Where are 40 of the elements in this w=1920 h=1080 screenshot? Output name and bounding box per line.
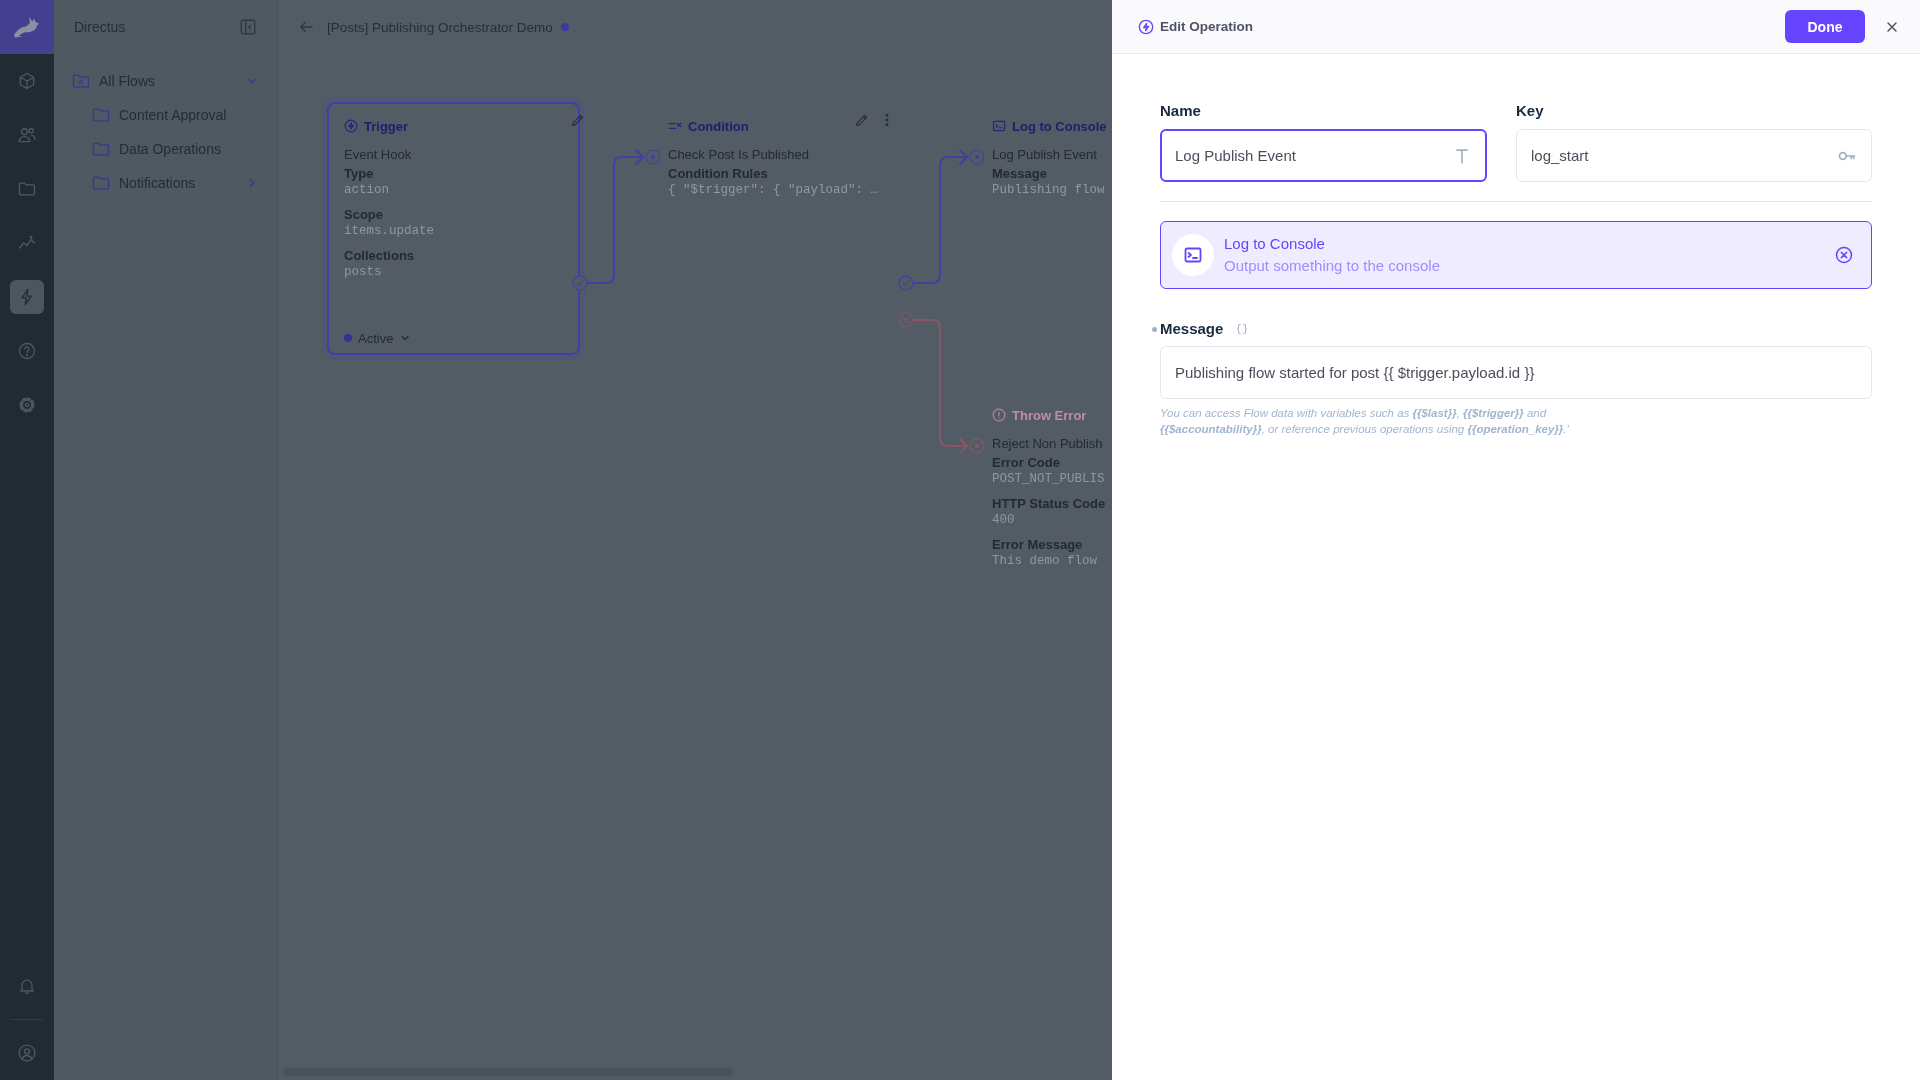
input-handle-icon[interactable]	[969, 438, 985, 454]
field-label: Message	[1160, 320, 1224, 338]
field-label: Name	[1160, 102, 1201, 120]
terminal-icon	[992, 119, 1006, 133]
operation-card[interactable]: Log to Console Output something to the console	[1160, 221, 1872, 289]
field-value: This demo flow	[992, 553, 1098, 569]
drawer-title: Edit Operation	[1160, 19, 1253, 34]
sidebar-collapse-icon[interactable]	[239, 18, 257, 36]
key-input[interactable]: log_start	[1516, 129, 1872, 182]
input-handle-icon[interactable]	[645, 149, 661, 165]
pencil-icon[interactable]	[854, 112, 870, 128]
field-value: posts	[344, 264, 382, 280]
bolt-icon[interactable]	[10, 280, 44, 314]
name-input[interactable]: Log Publish Event	[1160, 129, 1487, 182]
node-title: Log to Console	[1012, 118, 1107, 134]
braces-icon[interactable]	[1235, 322, 1250, 336]
check-circle-icon[interactable]	[898, 275, 914, 291]
bolt-circle-icon	[1138, 18, 1154, 35]
done-button[interactable]: Done	[1785, 10, 1865, 43]
node-title: Throw Error	[1012, 407, 1087, 423]
status-dot-icon	[560, 23, 569, 31]
node-title: Trigger	[364, 118, 409, 134]
status-dot-icon	[344, 334, 352, 342]
bolt-circle-icon	[344, 119, 358, 133]
terminal-icon	[1172, 234, 1214, 276]
field-label: Key	[1516, 102, 1544, 120]
field-value: action	[344, 182, 389, 198]
node-title: Condition	[688, 118, 749, 134]
x-circle-icon[interactable]	[1835, 246, 1853, 264]
help-text: You can access Flow data with variables such as {{$last}}, {{$trigger}} and {{$accountability}}, or reference previous operations using {{operation_key}}.'	[1160, 406, 1570, 437]
pencil-icon[interactable]	[570, 112, 586, 128]
operation-description: Output something to the console	[1224, 257, 1440, 275]
input-handle-icon[interactable]	[969, 149, 985, 165]
message-input[interactable]: Publishing flow started for post {{ $trigger.payload.id }}	[1160, 346, 1872, 399]
field-value: 400	[992, 512, 1015, 528]
check-circle-icon[interactable]	[572, 275, 588, 291]
logo-icon[interactable]	[0, 0, 54, 54]
alert-circle-icon	[992, 408, 1006, 422]
operation-title: Log to Console	[1224, 235, 1325, 253]
field-value: POST_NOT_PUBLIS	[992, 471, 1105, 487]
